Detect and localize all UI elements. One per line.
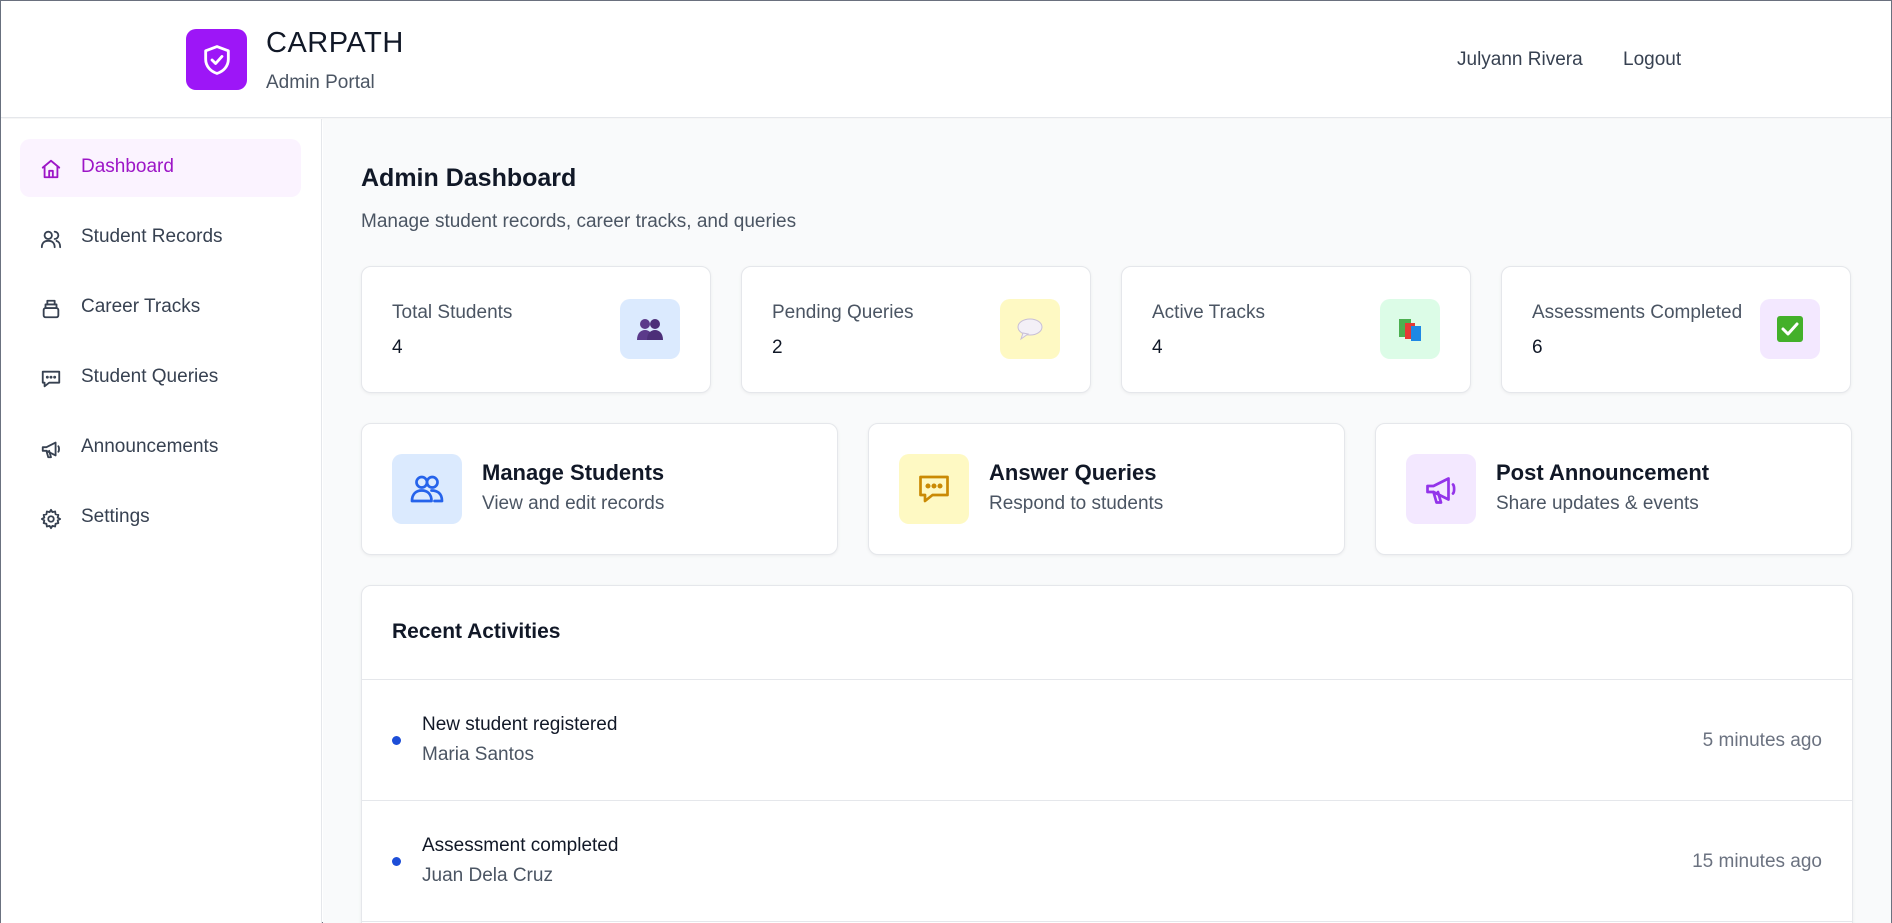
post-announcement-card[interactable]: Post Announcement Share updates & events	[1375, 423, 1852, 555]
users-icon	[40, 228, 62, 250]
action-subtitle: Share updates & events	[1496, 493, 1699, 514]
stat-value: 2	[772, 337, 783, 358]
page-title: Admin Dashboard	[361, 164, 577, 192]
activity-time: 15 minutes ago	[1692, 851, 1822, 872]
action-title: Answer Queries	[989, 460, 1157, 485]
sidebar-item-label: Student Queries	[81, 366, 219, 387]
action-title: Post Announcement	[1496, 460, 1710, 485]
sidebar-item-student-queries[interactable]: Student Queries	[20, 349, 301, 407]
stat-value: 6	[1532, 337, 1543, 358]
action-subtitle: Respond to students	[989, 493, 1164, 514]
stat-card-assessments-completed: Assessments Completed 6	[1501, 266, 1851, 393]
sidebar-item-career-tracks[interactable]: Career Tracks	[20, 279, 301, 337]
recent-activities-panel: Recent Activities New student registered…	[361, 585, 1853, 923]
top-header: CARPATH Admin Portal Julyann Rivera Logo…	[1, 1, 1891, 118]
bullet-dot-icon	[392, 857, 401, 866]
stat-value: 4	[392, 337, 403, 358]
speech-bubble-emoji-icon	[1000, 299, 1060, 359]
message-dots-icon	[899, 454, 969, 524]
layers-icon	[40, 298, 62, 320]
stat-label: Assessments Completed	[1532, 302, 1743, 323]
activity-name: Juan Dela Cruz	[422, 865, 553, 886]
answer-queries-card[interactable]: Answer Queries Respond to students	[868, 423, 1345, 555]
recent-activities-title: Recent Activities	[392, 620, 561, 643]
users-icon	[392, 454, 462, 524]
activity-row[interactable]: Assessment completed Juan Dela Cruz 15 m…	[362, 801, 1852, 922]
brand-title: CARPATH	[266, 27, 404, 59]
sidebar-item-label: Settings	[81, 506, 150, 527]
gear-icon	[40, 508, 62, 530]
shield-logo-icon	[186, 29, 247, 90]
megaphone-icon	[40, 438, 62, 460]
message-icon	[40, 368, 62, 390]
sidebar-item-label: Student Records	[81, 226, 223, 247]
stat-card-active-tracks: Active Tracks 4	[1121, 266, 1471, 393]
people-emoji-icon	[620, 299, 680, 359]
sidebar-item-announcements[interactable]: Announcements	[20, 419, 301, 477]
logout-button[interactable]: Logout	[1623, 49, 1681, 71]
activity-event: New student registered	[422, 714, 618, 735]
stat-label: Pending Queries	[772, 302, 914, 323]
check-box-emoji-icon	[1760, 299, 1820, 359]
sidebar-item-label: Dashboard	[81, 156, 174, 177]
sidebar-item-student-records[interactable]: Student Records	[20, 209, 301, 267]
stat-card-total-students: Total Students 4	[361, 266, 711, 393]
activity-event: Assessment completed	[422, 835, 619, 856]
stat-card-pending-queries: Pending Queries 2	[741, 266, 1091, 393]
brand-subtitle: Admin Portal	[266, 72, 375, 93]
page-subtitle: Manage student records, career tracks, a…	[361, 211, 797, 232]
stat-label: Total Students	[392, 302, 513, 323]
manage-students-card[interactable]: Manage Students View and edit records	[361, 423, 838, 555]
action-title: Manage Students	[482, 460, 665, 485]
main-content: Admin Dashboard Manage student records, …	[323, 119, 1891, 923]
sidebar-item-settings[interactable]: Settings	[20, 489, 301, 547]
activity-name: Maria Santos	[422, 744, 534, 765]
bullet-dot-icon	[392, 736, 401, 745]
sidebar-item-dashboard[interactable]: Dashboard	[20, 139, 301, 197]
stat-value: 4	[1152, 337, 1163, 358]
activity-row[interactable]: New student registered Maria Santos 5 mi…	[362, 680, 1852, 801]
stat-label: Active Tracks	[1152, 302, 1265, 323]
action-subtitle: View and edit records	[482, 493, 665, 514]
books-emoji-icon	[1380, 299, 1440, 359]
activity-time: 5 minutes ago	[1702, 730, 1822, 751]
megaphone-icon	[1406, 454, 1476, 524]
sidebar-item-label: Career Tracks	[81, 296, 201, 317]
home-icon	[40, 158, 62, 180]
sidebar-item-label: Announcements	[81, 436, 219, 457]
user-name[interactable]: Julyann Rivera	[1457, 49, 1583, 71]
sidebar: Dashboard Student Records Career Tracks …	[1, 119, 322, 923]
